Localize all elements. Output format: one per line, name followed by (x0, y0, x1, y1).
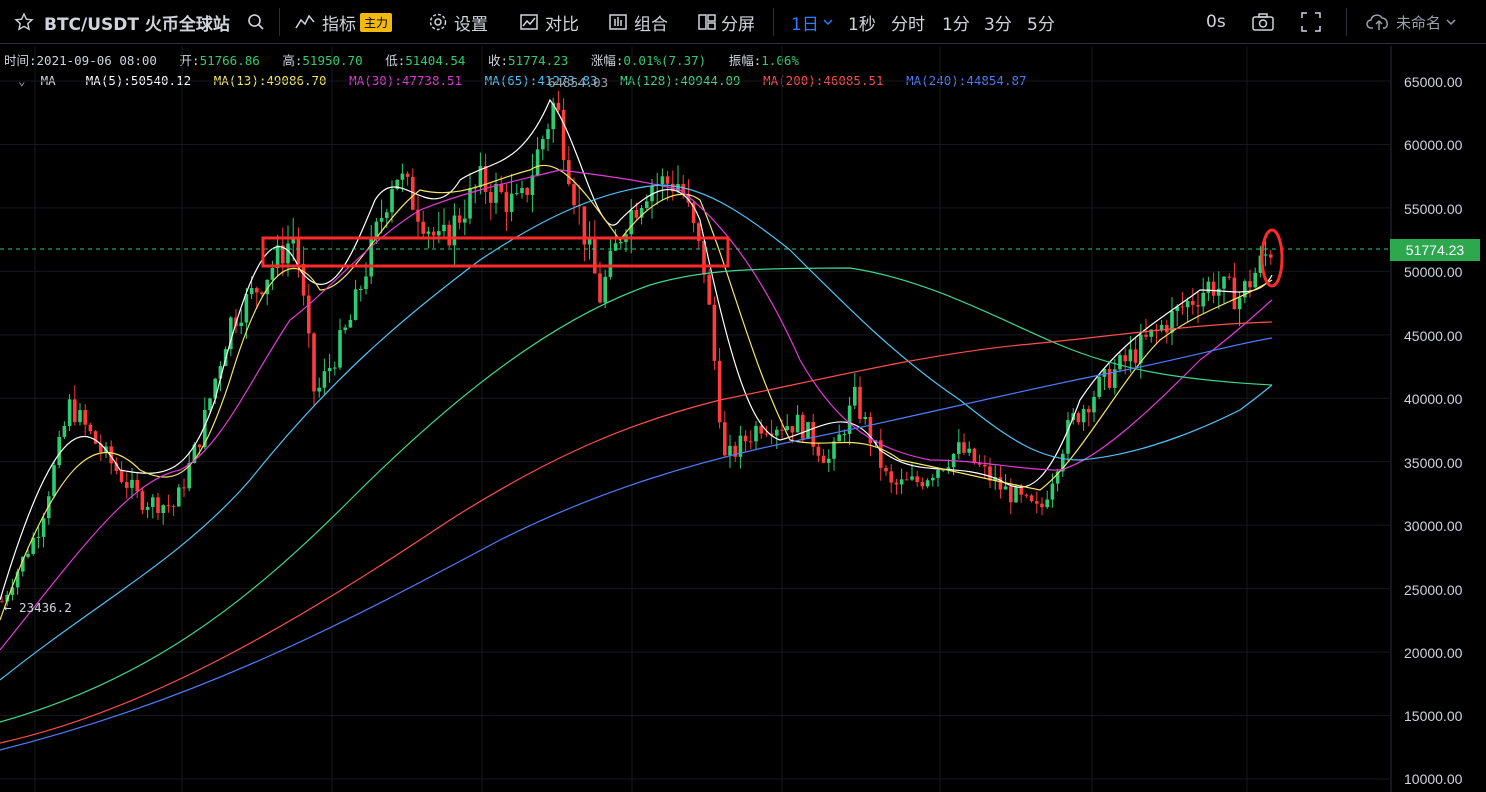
current-candle-annotation (1260, 228, 1284, 288)
ma5-value: MA(5):50540.12 (85, 73, 192, 88)
interval-1s[interactable]: 1秒 (848, 0, 876, 44)
ohlc-info-bar: 时间:2021-09-06 08:00 开:51766.86 高:51950.7… (4, 50, 799, 69)
split-screen-icon (698, 14, 716, 30)
fullscreen-icon[interactable] (1300, 0, 1322, 44)
y-tick: 15000.00 (1404, 708, 1463, 724)
change-value: 0.01%(7.37) (623, 53, 707, 68)
y-tick: 20000.00 (1404, 645, 1463, 661)
amplitude-value: 1.06% (761, 53, 799, 68)
last-price-tag: 51774.23 (1390, 239, 1480, 261)
interval-timeshare[interactable]: 分时 (891, 0, 925, 44)
ma240-value: MA(240):44854.87 (906, 73, 1027, 88)
split-screen-label: 分屏 (721, 14, 755, 35)
toolbar-divider (773, 8, 774, 36)
y-tick: 60000.00 (1404, 137, 1463, 153)
combine-label: 组合 (634, 14, 668, 35)
low-value: 51404.54 (405, 53, 466, 68)
high-label: 高: (282, 53, 303, 68)
compare-button[interactable]: 对比 (519, 0, 579, 44)
split-screen-button[interactable]: 分屏 (697, 0, 755, 44)
ma200-value: MA(200):46085.51 (763, 73, 884, 88)
low-label: 低: (385, 53, 406, 68)
indicator-chart-icon (295, 14, 315, 29)
chart-toolbar: BTC/USDT 火币全球站 指标 主力 设置 对比 组合 分屏 1日 1秒 分… (0, 0, 1486, 44)
chart-grid (0, 46, 1390, 792)
change-label: 涨幅: (590, 53, 624, 68)
camera-icon[interactable] (1251, 0, 1275, 44)
collapse-chevron-icon[interactable]: ⌄ (18, 73, 26, 88)
open-value: 51766.86 (199, 53, 260, 68)
interval-1d[interactable]: 1日 (791, 0, 834, 44)
y-tick: 45000.00 (1404, 328, 1463, 344)
ma13-value: MA(13):49086.70 (213, 73, 327, 88)
time-value: 2021-09-06 08:00 (36, 53, 157, 68)
indicators-label: 指标 (322, 14, 356, 35)
y-tick: 50000.00 (1404, 264, 1463, 280)
ma-legend: ⌄ MA MA(5):50540.12 MA(13):49086.70 MA(3… (18, 73, 1027, 88)
interval-1m[interactable]: 1分 (942, 0, 970, 44)
countdown-timer: 0s (1206, 12, 1226, 32)
chevron-down-icon (1446, 19, 1456, 26)
y-tick: 30000.00 (1404, 518, 1463, 534)
favorite-star-icon[interactable] (14, 0, 34, 44)
ma128-value: MA(128):40944.09 (620, 73, 741, 88)
chevron-down-icon (823, 19, 833, 26)
period-low-marker: ← 23436.2 (4, 600, 72, 615)
amplitude-label: 振幅: (728, 53, 762, 68)
toolbar-divider (279, 8, 280, 36)
ma-label[interactable]: MA (41, 73, 56, 88)
y-tick: 55000.00 (1404, 201, 1463, 217)
settings-button[interactable]: 设置 (428, 0, 488, 44)
ma-lines-layer (0, 98, 1273, 751)
open-label: 开: (179, 53, 200, 68)
high-value: 51950.70 (302, 53, 363, 68)
settings-label: 设置 (454, 14, 488, 35)
y-tick: 40000.00 (1404, 391, 1463, 407)
close-value: 51774.23 (508, 53, 569, 68)
period-high-marker: 64854.03 (548, 75, 609, 90)
candles-layer (0, 90, 1273, 607)
interval-3m[interactable]: 3分 (984, 0, 1012, 44)
interval-1d-label: 1日 (791, 14, 819, 35)
combine-button[interactable]: 组合 (608, 0, 668, 44)
combine-icon (609, 14, 627, 30)
layout-save-button[interactable]: 未命名 (1366, 0, 1457, 44)
candlestick-chart[interactable] (0, 0, 1486, 792)
toolbar-divider (1346, 8, 1347, 36)
y-tick: 25000.00 (1404, 582, 1463, 598)
search-icon[interactable] (247, 0, 265, 44)
layout-name: 未命名 (1396, 13, 1442, 32)
close-label: 收: (488, 53, 509, 68)
gear-icon (429, 13, 447, 31)
y-tick: 10000.00 (1404, 771, 1463, 787)
resistance-zone-annotation (261, 236, 730, 268)
y-tick: 35000.00 (1404, 455, 1463, 471)
indicators-button[interactable]: 指标 主力 (294, 0, 393, 44)
y-tick: 65000.00 (1404, 74, 1463, 90)
ma30-value: MA(30):47738.51 (349, 73, 463, 88)
time-label: 时间: (4, 53, 37, 68)
cloud-upload-icon (1366, 14, 1388, 30)
interval-5m[interactable]: 5分 (1027, 0, 1055, 44)
main-indicator-badge: 主力 (360, 12, 393, 32)
compare-icon (520, 14, 538, 30)
symbol-title[interactable]: BTC/USDT 火币全球站 (44, 0, 230, 44)
compare-label: 对比 (545, 14, 579, 35)
